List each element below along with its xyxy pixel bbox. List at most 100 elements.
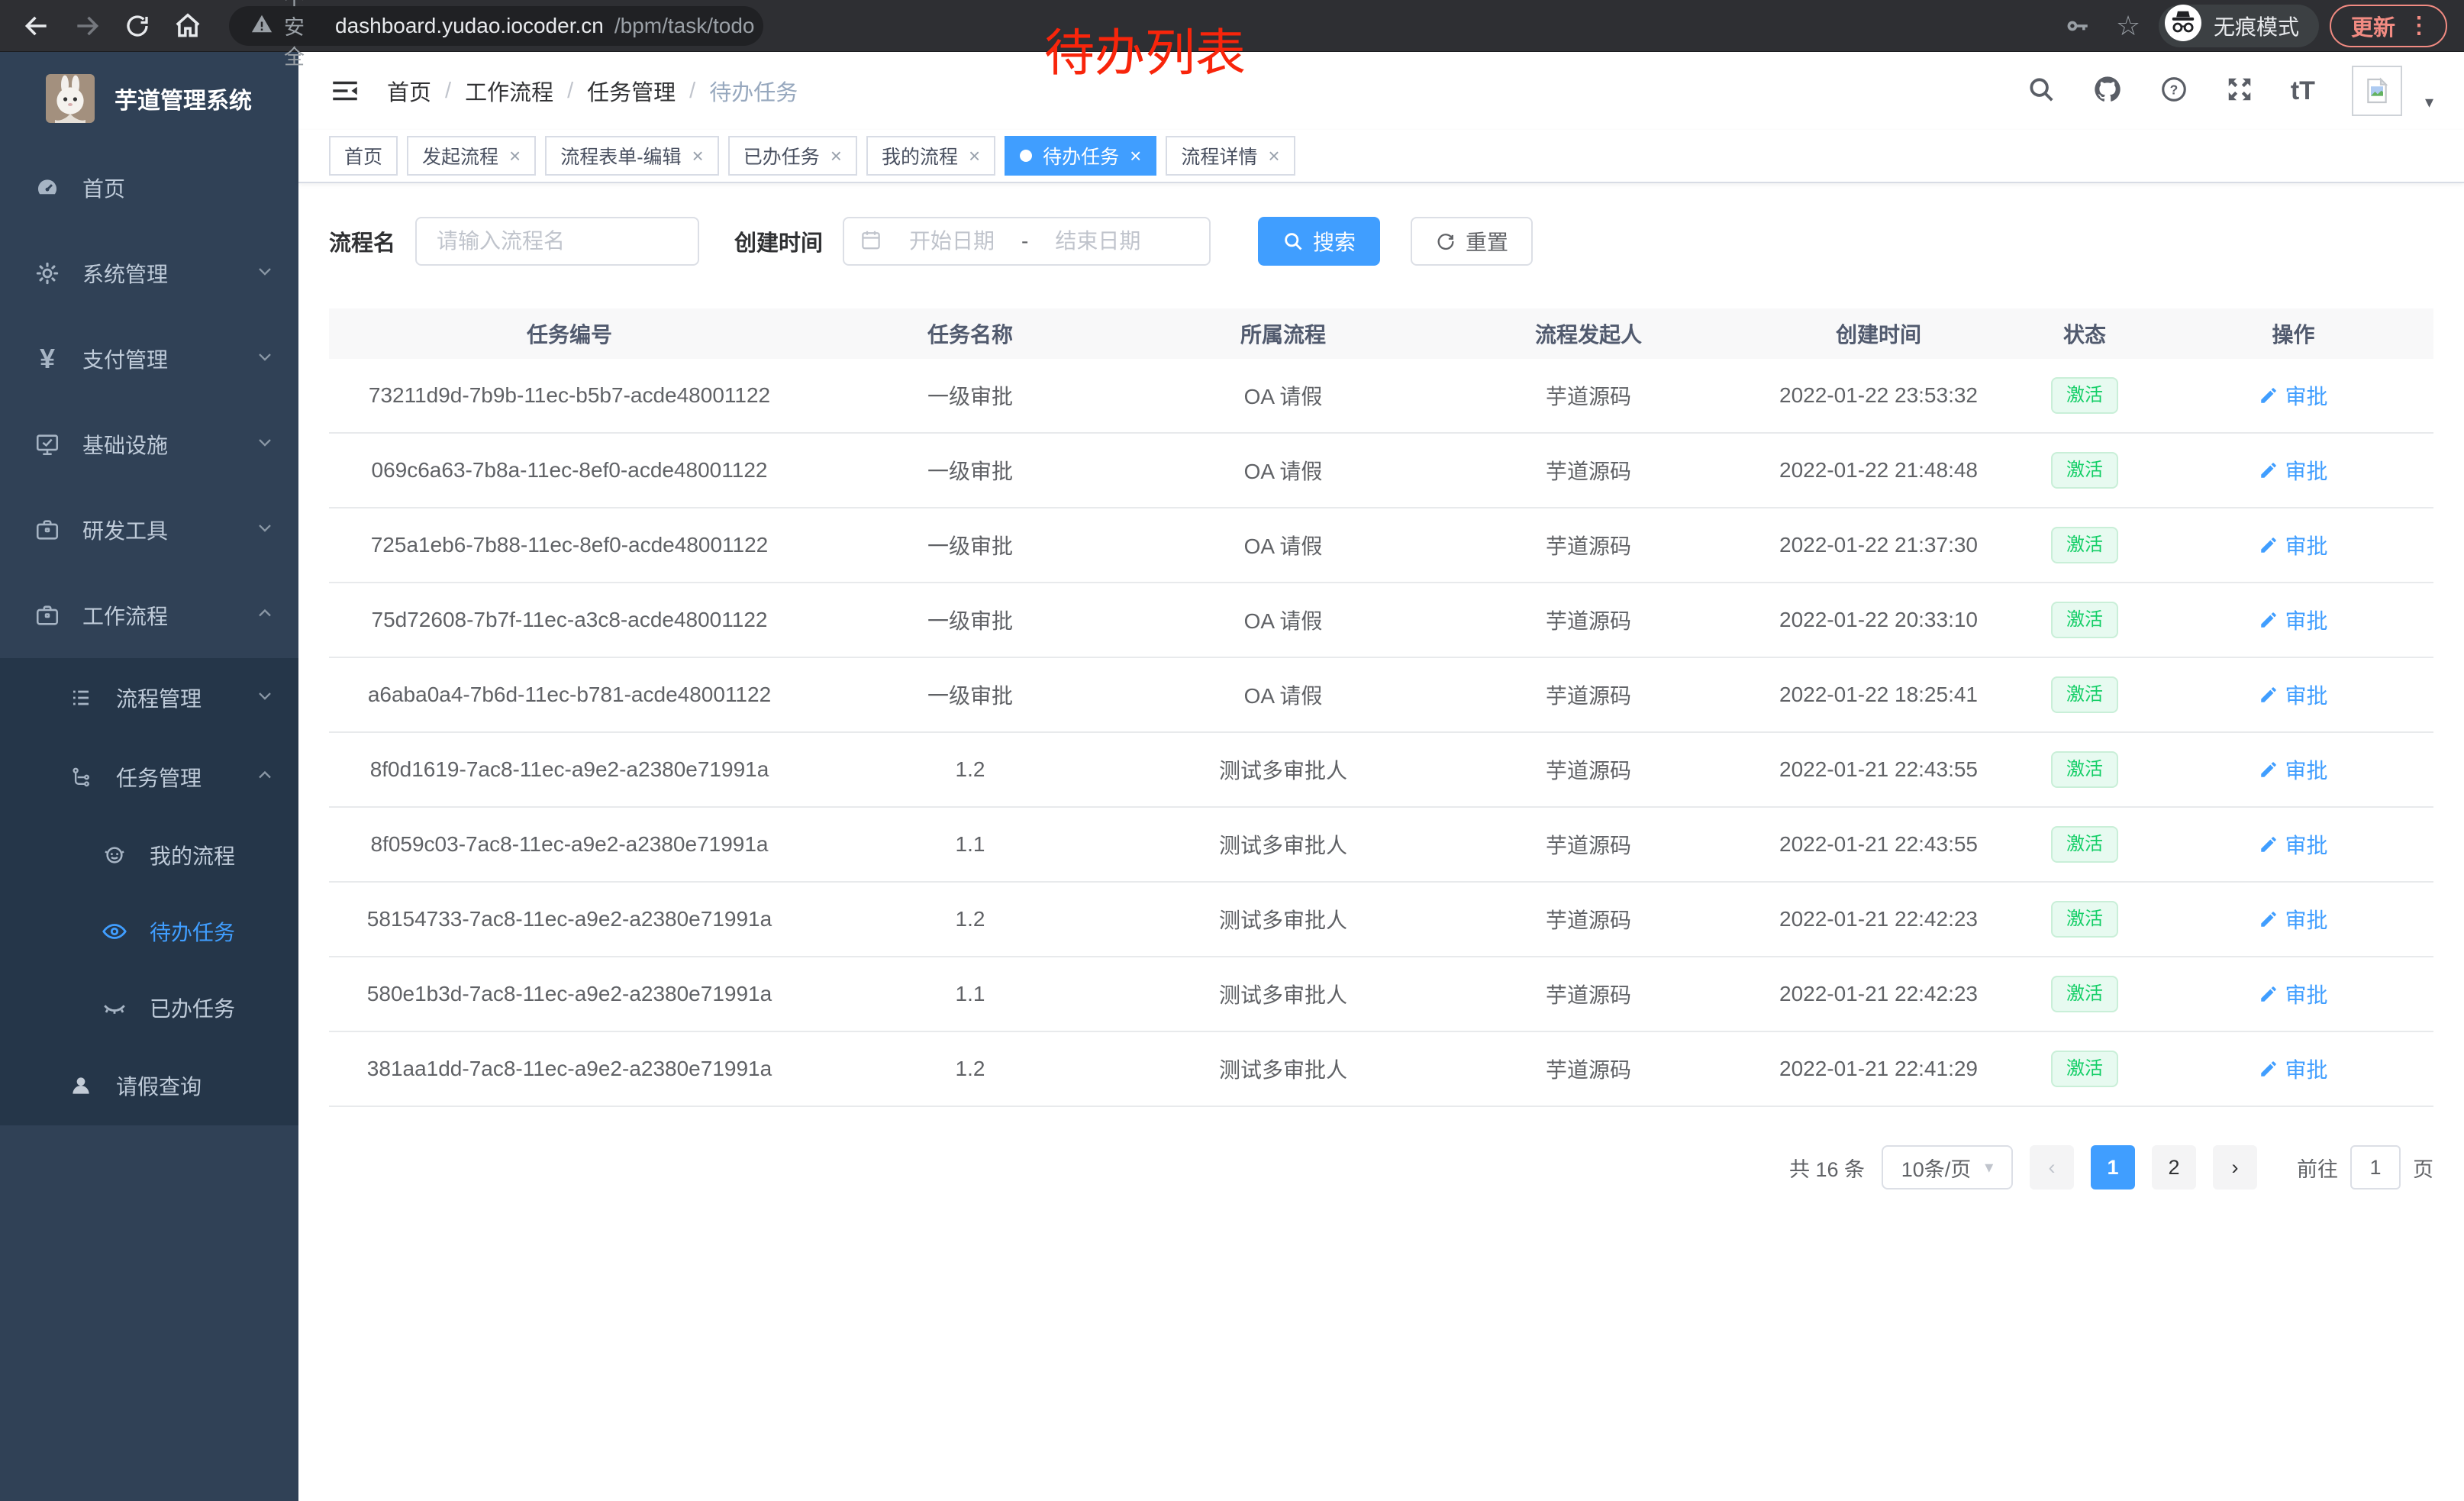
home-icon[interactable] [168, 6, 208, 46]
sidebar-item-leave-query[interactable]: 请假查询 [0, 1046, 298, 1125]
active-tab-dot-icon [1020, 150, 1032, 162]
sidebar-item-infra[interactable]: 基础设施 [0, 402, 298, 487]
address-bar[interactable]: 不安全 dashboard.yudao.iocoder.cn/bpm/task/… [229, 6, 763, 46]
approve-button[interactable]: 审批 [2259, 979, 2327, 1009]
close-icon[interactable]: × [1130, 146, 1141, 166]
goto-suffix: 页 [2413, 1153, 2433, 1183]
process-cell: OA 请假 [1130, 679, 1436, 710]
status-cell: 激活 [2016, 751, 2153, 789]
breadcrumb-item[interactable]: 任务管理 [587, 75, 676, 107]
sidebar-label: 系统管理 [82, 258, 254, 289]
tab-home[interactable]: 首页 [329, 136, 398, 176]
sidebar-item-dev-tools[interactable]: 研发工具 [0, 487, 298, 573]
created-time-cell: 2022-01-22 21:37:30 [1741, 533, 2016, 557]
column-header: 创建时间 [1741, 318, 2016, 349]
back-icon[interactable] [17, 6, 56, 46]
start-date-input[interactable] [895, 229, 1009, 253]
date-range-picker[interactable]: - [843, 217, 1211, 266]
password-key-icon[interactable] [2058, 6, 2098, 46]
approve-button[interactable]: 审批 [2259, 679, 2327, 710]
tree-branch-icon [64, 766, 98, 789]
help-icon[interactable]: ? [2159, 75, 2188, 108]
browser-menu-icon[interactable]: ⋮ [2408, 12, 2430, 39]
sidebar-item-workflow[interactable]: 工作流程 [0, 573, 298, 658]
warning-icon [250, 12, 273, 39]
approve-button[interactable]: 审批 [2259, 1054, 2327, 1084]
page-button-1[interactable]: 1 [2091, 1145, 2135, 1190]
process-name-input[interactable] [415, 217, 699, 266]
page-button-2[interactable]: 2 [2152, 1145, 2196, 1190]
column-header: 所属流程 [1130, 318, 1436, 349]
sidebar-item-payment[interactable]: ¥ 支付管理 [0, 316, 298, 402]
approve-button[interactable]: 审批 [2259, 829, 2327, 860]
page-size-select[interactable]: 10条/页 ▾ [1882, 1145, 2013, 1190]
task-name-cell: 1.2 [810, 757, 1130, 782]
close-icon[interactable]: × [969, 146, 980, 166]
process-name-label: 流程名 [329, 225, 395, 257]
next-page-button[interactable]: › [2213, 1145, 2257, 1190]
close-icon[interactable]: × [509, 146, 521, 166]
reset-button[interactable]: 重置 [1411, 217, 1533, 266]
forward-icon[interactable] [67, 6, 107, 46]
sidebar-item-system[interactable]: 系统管理 [0, 231, 298, 316]
approve-button[interactable]: 审批 [2259, 530, 2327, 560]
approve-button[interactable]: 审批 [2259, 754, 2327, 785]
url-host: dashboard.yudao.iocoder.cn [335, 14, 604, 38]
reload-icon[interactable] [118, 6, 157, 46]
created-time-cell: 2022-01-21 22:43:55 [1741, 832, 2016, 857]
approve-label: 审批 [2285, 754, 2327, 785]
collapse-sidebar-icon[interactable] [329, 75, 361, 107]
sidebar-item-todo-tasks[interactable]: 待办任务 [0, 893, 298, 970]
approve-label: 审批 [2285, 1054, 2327, 1084]
approve-button[interactable]: 审批 [2259, 605, 2327, 635]
task-id-cell: 73211d9d-7b9b-11ec-b5b7-acde48001122 [329, 383, 810, 408]
sidebar-item-my-process[interactable]: 我的流程 [0, 817, 298, 893]
sidebar-label: 基础设施 [82, 429, 254, 460]
sidebar-item-process-mgmt[interactable]: 流程管理 [0, 658, 298, 738]
tab-process-form-edit[interactable]: 流程表单-编辑× [545, 136, 719, 176]
created-time-cell: 2022-01-21 22:43:55 [1741, 757, 2016, 782]
tab-my-process[interactable]: 我的流程× [866, 136, 995, 176]
search-button[interactable]: 搜索 [1258, 217, 1380, 266]
sidebar-item-done-tasks[interactable]: 已办任务 [0, 970, 298, 1046]
task-name-cell: 一级审批 [810, 679, 1130, 710]
end-date-input[interactable] [1040, 229, 1155, 253]
breadcrumb-item[interactable]: 工作流程 [465, 75, 553, 107]
status-cell: 激活 [2016, 452, 2153, 489]
font-size-icon[interactable]: tT [2291, 76, 2315, 106]
search-icon[interactable] [2027, 75, 2056, 108]
approve-button[interactable]: 审批 [2259, 380, 2327, 411]
approve-button[interactable]: 审批 [2259, 455, 2327, 486]
table-row: 73211d9d-7b9b-11ec-b5b7-acde48001122 一级审… [329, 359, 2433, 434]
status-badge: 激活 [2051, 826, 2118, 863]
tab-start-process[interactable]: 发起流程× [407, 136, 536, 176]
goto-page-input[interactable] [2350, 1145, 2401, 1190]
tag-tabs-bar: 首页 发起流程× 流程表单-编辑× 已办任务× 我的流程× 待办任务× 流程详情… [298, 130, 2464, 183]
tab-todo-tasks[interactable]: 待办任务× [1005, 136, 1156, 176]
update-button[interactable]: 更新 ⋮ [2330, 5, 2447, 47]
approve-button[interactable]: 审批 [2259, 904, 2327, 934]
create-time-label: 创建时间 [734, 225, 823, 257]
starter-cell: 芋道源码 [1436, 530, 1741, 560]
close-icon[interactable]: × [1268, 146, 1279, 166]
bookmark-star-icon[interactable]: ☆ [2108, 6, 2148, 46]
sidebar-item-task-mgmt[interactable]: 任务管理 [0, 738, 298, 817]
status-badge: 激活 [2051, 1051, 2118, 1088]
fullscreen-icon[interactable] [2225, 75, 2254, 108]
breadcrumb-item[interactable]: 首页 [387, 75, 431, 107]
close-icon[interactable]: × [692, 146, 704, 166]
sidebar-label: 已办任务 [150, 993, 276, 1023]
avatar-dropdown-icon[interactable]: ▾ [2425, 92, 2433, 112]
tab-done-tasks[interactable]: 已办任务× [728, 136, 857, 176]
action-cell: 审批 [2153, 829, 2433, 860]
workflow-submenu: 流程管理 任务管理 我的流程 [0, 658, 298, 1125]
close-icon[interactable]: × [830, 146, 842, 166]
sidebar-item-home[interactable]: 首页 [0, 145, 298, 231]
logo-row[interactable]: 芋道管理系统 [0, 52, 298, 145]
avatar[interactable] [2352, 66, 2402, 116]
sidebar-label: 请假查询 [116, 1070, 276, 1101]
github-icon[interactable] [2092, 74, 2123, 108]
tab-process-detail[interactable]: 流程详情× [1166, 136, 1295, 176]
prev-page-button[interactable]: ‹ [2030, 1145, 2074, 1190]
task-name-cell: 一级审批 [810, 380, 1130, 411]
